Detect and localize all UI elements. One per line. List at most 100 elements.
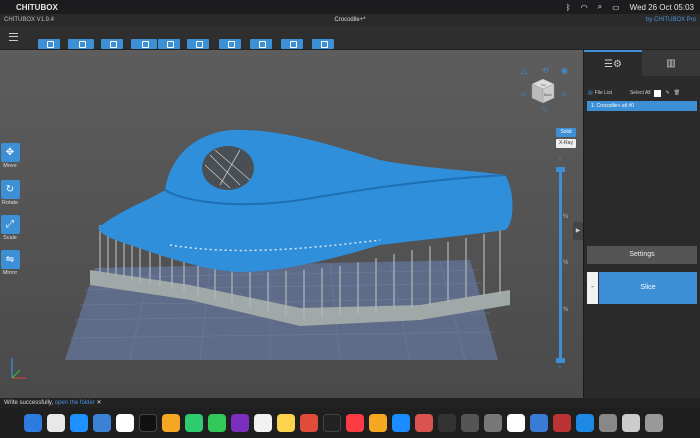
calendar-icon[interactable]: [116, 414, 134, 432]
solid-view-button[interactable]: Solid: [556, 128, 576, 137]
collapse-dash-button[interactable]: -: [587, 272, 598, 304]
window-title: Crocodile+*: [334, 17, 366, 23]
help-icon[interactable]: [599, 414, 617, 432]
amazon-icon[interactable]: [139, 414, 157, 432]
file-list-label: File List: [594, 90, 612, 96]
menubar-clock[interactable]: Wed 26 Oct 05:03: [630, 3, 694, 12]
tool-rotate[interactable]: ↻ Rotate: [0, 180, 20, 206]
layer-down-chevron-icon[interactable]: ⌃: [557, 365, 563, 373]
slice-button[interactable]: Slice: [599, 272, 697, 304]
app-store-icon[interactable]: [392, 414, 410, 432]
search-icon[interactable]: ⌕: [598, 2, 602, 12]
view-rotate-icon[interactable]: ⟲: [542, 66, 549, 75]
view-front-button[interactable]: [131, 39, 157, 49]
mac-dock: [0, 408, 700, 438]
mirror-icon[interactable]: ⇋: [0, 250, 20, 269]
eye-icon[interactable]: ◉: [561, 66, 568, 75]
finder-icon[interactable]: [24, 414, 42, 432]
mac-menubar: CHITUBOX ᛒ ◠ ⌕ ▭ Wed 26 Oct 05:03: [0, 0, 700, 14]
view-cube[interactable]: Top Back: [531, 78, 555, 104]
dragon-icon[interactable]: [438, 414, 456, 432]
slider-tick-quarter: ¼: [563, 214, 569, 220]
repair-button[interactable]: [312, 39, 334, 49]
open-file-button[interactable]: [38, 39, 60, 49]
tool-scale[interactable]: ⤢ Scale: [0, 215, 20, 241]
chitubox-icon[interactable]: [530, 414, 548, 432]
ebay-icon[interactable]: [507, 414, 525, 432]
trash-dock-icon[interactable]: [645, 414, 663, 432]
undo-button[interactable]: [101, 39, 123, 49]
status-message: Write successfully,: [4, 400, 54, 406]
view-up-icon[interactable]: △: [521, 66, 527, 75]
facetime-icon[interactable]: [185, 414, 203, 432]
notes-icon[interactable]: [277, 414, 295, 432]
settings-button[interactable]: Settings: [587, 246, 697, 264]
chitubox-pro-icon[interactable]: [576, 414, 594, 432]
control-center-icon[interactable]: ▭: [612, 3, 620, 12]
plate-icon: ▥: [666, 57, 676, 69]
podcasts-icon[interactable]: [231, 414, 249, 432]
photo-editor-icon[interactable]: [415, 414, 433, 432]
pages-icon[interactable]: [369, 414, 387, 432]
view-left-arrow-icon[interactable]: ◁: [520, 90, 525, 98]
save-button[interactable]: [68, 39, 94, 49]
slider-tick-three-quarter: ¾: [563, 307, 569, 313]
file-list-header: ▤ File List Select All ✎ 🗑: [588, 88, 698, 98]
view-down-icon[interactable]: ▽: [542, 106, 547, 114]
trash-icon[interactable]: 🗑: [674, 90, 680, 96]
music-icon[interactable]: [346, 414, 364, 432]
tv-icon[interactable]: [323, 414, 341, 432]
layer-slider-bottom-handle[interactable]: [556, 358, 565, 363]
crocodile-model[interactable]: [98, 129, 513, 272]
axis-gizmo: [11, 358, 26, 379]
edit-icon[interactable]: ✎: [666, 90, 670, 96]
preview-icon[interactable]: [622, 414, 640, 432]
tab-file-list[interactable]: ☰⚙: [584, 50, 642, 76]
status-bar: Write successfully, open the folder ✕: [0, 398, 700, 408]
messages-icon[interactable]: [208, 414, 226, 432]
select-all-label: Select All: [629, 90, 651, 96]
tool-mirror[interactable]: ⇋ Mirror: [0, 250, 20, 276]
wifi-icon[interactable]: ◠: [581, 3, 588, 12]
reminders-icon[interactable]: [254, 414, 272, 432]
select-all-checkbox[interactable]: [653, 89, 661, 97]
tab-plate[interactable]: ▥: [642, 50, 700, 76]
panel-tabs: ☰⚙ ▥: [584, 50, 700, 76]
xray-view-button[interactable]: X-Ray: [556, 139, 576, 148]
system-preferences-icon[interactable]: [461, 414, 479, 432]
hollow-button[interactable]: [250, 39, 272, 49]
close-status-icon[interactable]: ✕: [97, 400, 102, 406]
disk-utility-icon[interactable]: [484, 414, 502, 432]
launchpad-icon[interactable]: [47, 414, 65, 432]
menubar-app-name[interactable]: CHITUBOX: [16, 3, 58, 12]
model-eye-socket: [202, 146, 254, 190]
panel-collapse-button[interactable]: ▶: [573, 222, 583, 240]
view-right-arrow-icon[interactable]: ▷: [562, 90, 567, 98]
move-icon[interactable]: ✥: [0, 143, 20, 162]
file-list-item[interactable]: 1. Crocodile+.stl #0: [587, 101, 697, 111]
layer-slider[interactable]: [559, 170, 562, 362]
drill-button[interactable]: [281, 39, 303, 49]
open-folder-link[interactable]: open the folder: [55, 400, 95, 406]
layout-button[interactable]: [187, 39, 209, 49]
photos-icon[interactable]: [162, 414, 180, 432]
scale-icon[interactable]: ⤢: [0, 215, 20, 234]
rotate-icon[interactable]: ↻: [0, 180, 20, 199]
menu-icon[interactable]: [9, 33, 18, 41]
window-titlebar: CHITUBOX V1.9.4 Crocodile+* by CHITUBOX …: [0, 14, 700, 26]
scene-svg[interactable]: [0, 50, 583, 398]
cube-front-label: Back: [544, 93, 552, 97]
support-button[interactable]: [219, 39, 241, 49]
right-panel: ☰⚙ ▥ ▤ File List Select All ✎ 🗑 1. Croco…: [583, 50, 700, 398]
cube-app-icon[interactable]: [553, 414, 571, 432]
slider-tick-half: ½: [563, 260, 569, 266]
layer-up-chevron-icon[interactable]: ⌄: [557, 153, 563, 161]
mail-icon[interactable]: [93, 414, 111, 432]
bluetooth-icon[interactable]: ᛒ: [566, 3, 571, 12]
view-side-button[interactable]: [158, 39, 180, 49]
layer-slider-top-handle[interactable]: [556, 167, 565, 172]
tool-move[interactable]: ✥ Move: [0, 143, 20, 169]
3d-viewport[interactable]: [0, 50, 583, 398]
safari-icon[interactable]: [70, 414, 88, 432]
chrome-icon[interactable]: [300, 414, 318, 432]
